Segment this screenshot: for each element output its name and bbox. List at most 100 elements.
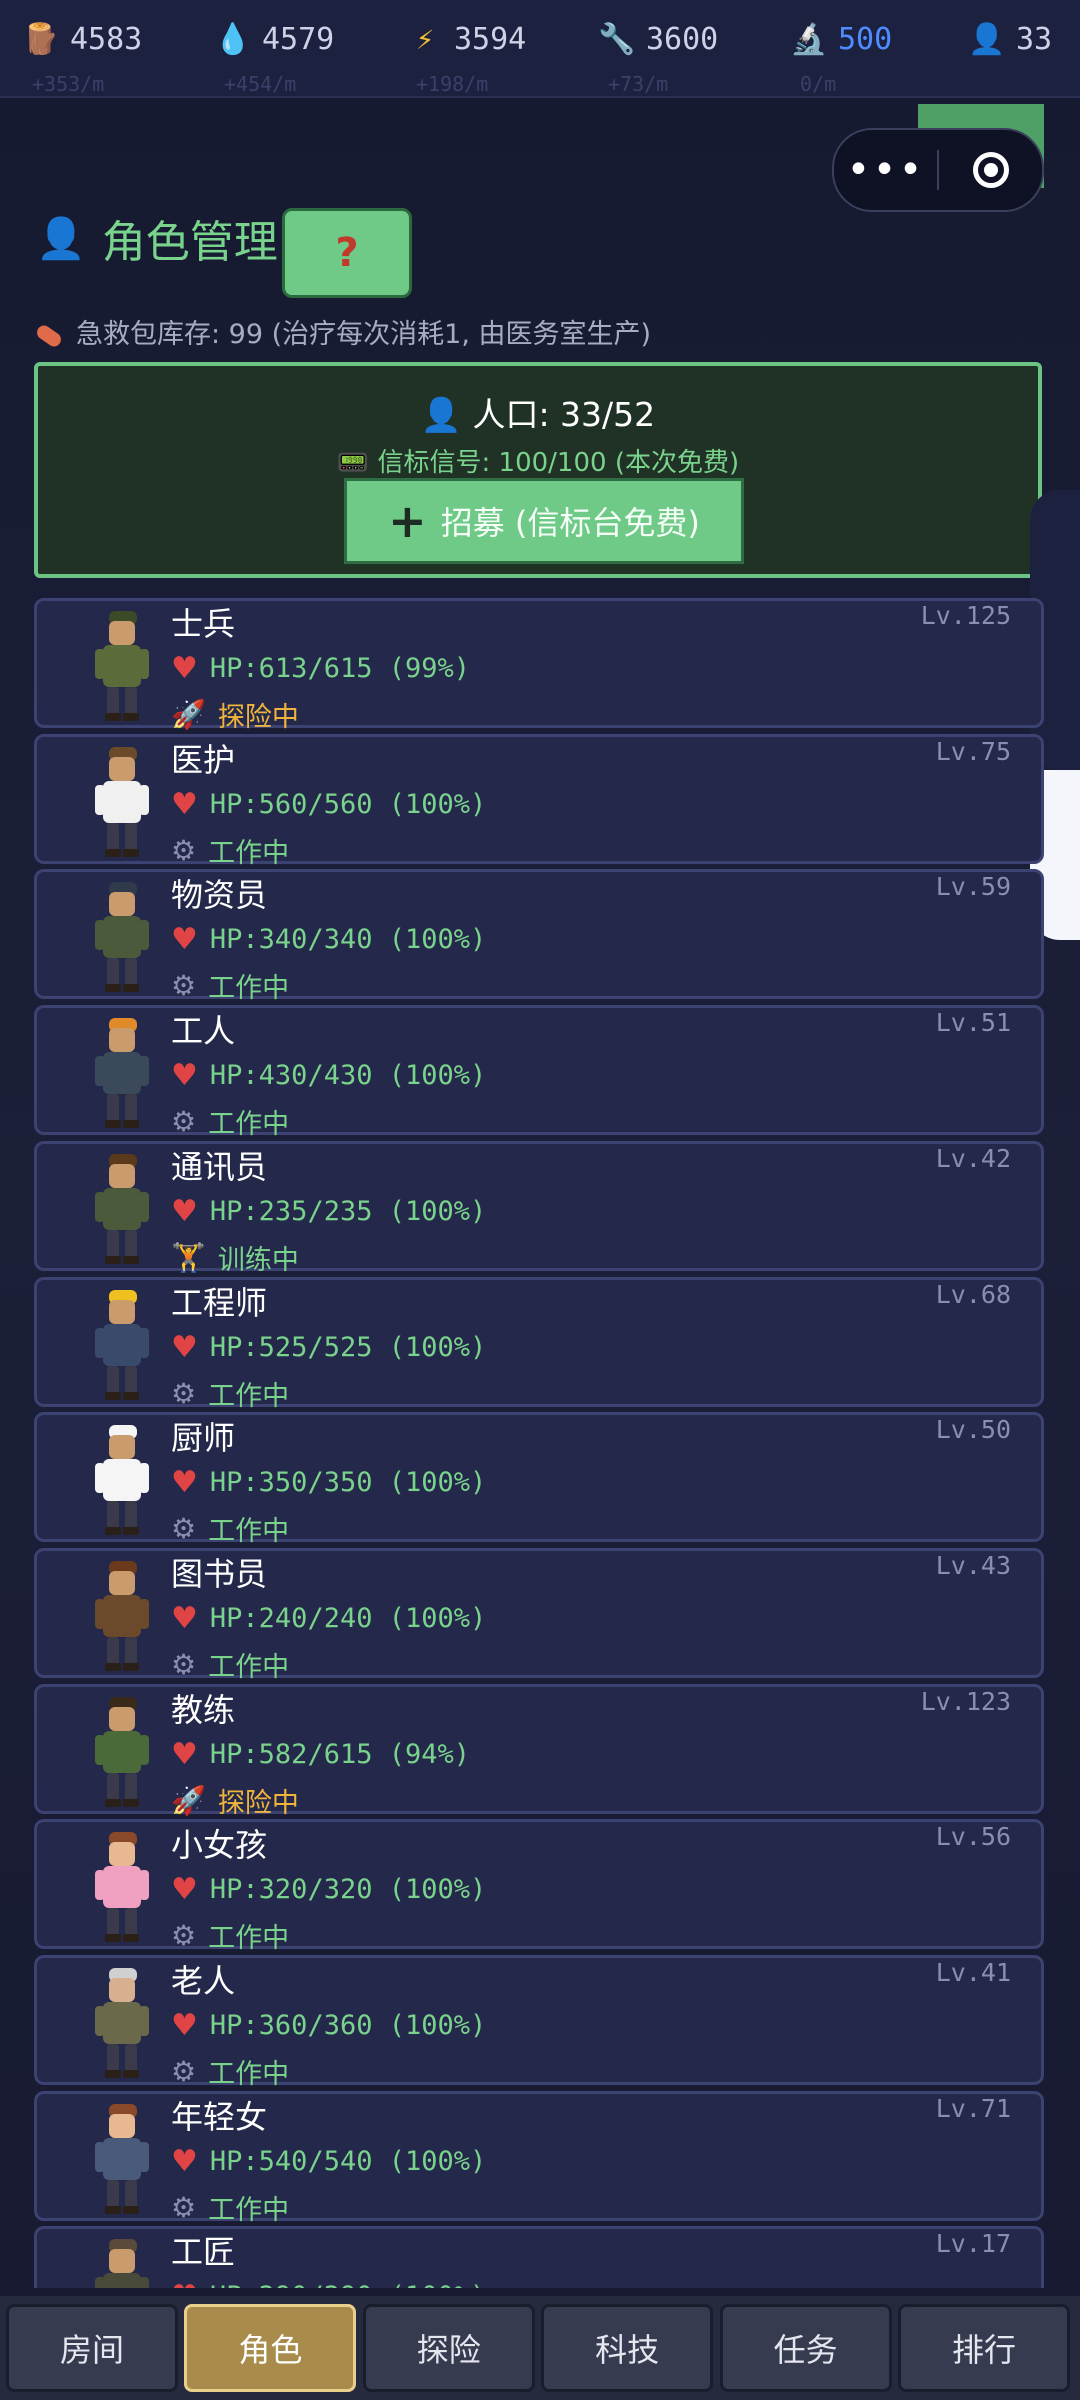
nav-tab[interactable]: 探险 — [362, 2304, 535, 2392]
rocket-icon: 🚀 — [171, 1783, 206, 1817]
character-level: Lv.43 — [935, 1550, 1011, 1580]
person-icon: 👤 — [968, 22, 1006, 57]
heart-icon: ♥ — [171, 2008, 198, 2043]
nav-tab[interactable]: 排行 — [898, 2304, 1070, 2392]
character-name: 年轻女 — [171, 2097, 268, 2136]
character-hp: ♥ HP:235/235 (100%) — [171, 1194, 486, 1229]
heart-icon: ♥ — [171, 2143, 198, 2179]
character-level: Lv.41 — [935, 1958, 1011, 1987]
gear-icon: ⚙ — [171, 1105, 197, 1139]
hp-text: HP:430/430 (100%) — [209, 1060, 487, 1092]
resource-parts: 🔧 3600 +73/m — [598, 22, 719, 96]
microscope-icon: 🔬 — [790, 22, 828, 57]
character-card[interactable]: 小女孩 Lv.56 ♥ HP:320/320 (100%) ⚙ 工作中 — [34, 1819, 1044, 1954]
character-card[interactable]: 厨师 Lv.50 ♥ HP:350/350 (100%) ⚙ 工作中 — [34, 1412, 1044, 1547]
nav-tab[interactable]: 任务 — [719, 2304, 892, 2392]
character-status: ⚙ 工作中 — [171, 1645, 289, 1684]
game-screen: 🪵 4583 +353/m 💧 4579 +454/m ⚡ 3594 +198/… — [0, 0, 1080, 2400]
status-text: 训练中 — [217, 1244, 299, 1276]
character-avatar — [95, 2103, 149, 2214]
help-button[interactable]: ? — [282, 208, 412, 298]
resource-research: 🔬 500 0/m — [790, 22, 893, 96]
character-avatar — [95, 1153, 149, 1264]
status-text: 工作中 — [208, 1923, 290, 1955]
character-card[interactable]: 教练 Lv.123 ♥ HP:582/615 (94%) 🚀 探险中 — [34, 1683, 1044, 1819]
heart-icon: ♥ — [171, 922, 198, 958]
character-status: ⚙ 工作中 — [171, 831, 289, 870]
character-card[interactable]: 老人 Lv.41 ♥ HP:360/360 (100%) ⚙ 工作中 — [34, 1955, 1044, 2090]
character-status: 🚀 探险中 — [171, 1781, 299, 1820]
heart-icon: ♥ — [171, 1872, 198, 1908]
character-hp: ♥ HP:320/320 (100%) — [171, 1872, 486, 1907]
status-text: 工作中 — [208, 1380, 290, 1412]
character-name: 通讯员 — [171, 1147, 268, 1186]
character-name: 工人 — [171, 1012, 236, 1051]
gear-icon: ⚙ — [171, 2190, 197, 2224]
character-name: 老人 — [171, 1962, 236, 2000]
character-hp: ♥ HP:340/340 (100%) — [171, 922, 486, 957]
population-panel: 👤 人口: 33/52 📟 信标信号: 100/100 (本次免费) + 招募 … — [34, 362, 1042, 578]
hp-text: HP:360/360 (100%) — [209, 2010, 487, 2041]
character-hp: ♥ HP:582/615 (94%) — [171, 1737, 470, 1772]
character-card[interactable]: 医护 Lv.75 ♥ HP:560/560 (100%) ⚙ 工作中 — [34, 733, 1044, 869]
character-name: 工程师 — [171, 1283, 268, 1322]
character-card[interactable]: 图书员 Lv.43 ♥ HP:240/240 (100%) ⚙ 工作中 — [34, 1547, 1044, 1683]
gear-icon: ⚙ — [171, 1512, 197, 1546]
population-count: 👤 人口: 33/52 — [420, 395, 656, 434]
character-card[interactable]: 通讯员 Lv.42 ♥ HP:235/235 (100%) 🏋 训练中 — [34, 1140, 1044, 1276]
character-card[interactable]: 物资员 Lv.59 ♥ HP:340/340 (100%) ⚙ 工作中 — [34, 869, 1044, 1004]
gear-icon: ⚙ — [171, 969, 197, 1003]
character-hp: ♥ HP:613/615 (99%) — [171, 651, 470, 686]
character-hp: ♥ HP:525/525 (100%) — [171, 1330, 486, 1365]
more-menu-icon[interactable]: ••• — [834, 147, 937, 193]
character-level: Lv.51 — [935, 1008, 1011, 1038]
character-status: ⚙ 工作中 — [171, 1102, 289, 1141]
hp-text: HP:290/290 (100%) — [210, 2281, 486, 2288]
character-name: 工匠 — [171, 2233, 236, 2272]
character-card[interactable]: 士兵 Lv.125 ♥ HP:613/615 (99%) 🚀 探险中 — [34, 598, 1044, 733]
recruit-button[interactable]: + 招募 (信标台免费) — [344, 478, 744, 564]
character-level: Lv.75 — [935, 736, 1011, 766]
resource-bar: 🪵 4583 +353/m 💧 4579 +454/m ⚡ 3594 +198/… — [0, 0, 1080, 98]
gear-icon: ⚙ — [171, 1376, 197, 1410]
hp-text: HP:540/540 (100%) — [209, 2145, 487, 2177]
character-card[interactable]: 工匠Lv.17♥HP:290/290 (100%)⚙ — [34, 2226, 1044, 2288]
heart-icon: ♥ — [171, 1058, 198, 1094]
character-status: ⚙ 工作中 — [171, 2188, 289, 2227]
hp-text: HP:235/235 (100%) — [209, 1195, 487, 1227]
character-level: Lv.17 — [935, 2229, 1011, 2259]
character-name: 图书员 — [171, 1554, 268, 1593]
character-status: ⚙ 工作中 — [171, 966, 289, 1005]
character-status: 🚀 探险中 — [171, 695, 299, 734]
character-avatar — [95, 746, 149, 857]
gear-icon: ⚙ — [171, 833, 197, 867]
character-hp: ♥ HP:560/560 (100%) — [171, 787, 486, 822]
mini-program-capsule: ••• — [832, 128, 1044, 212]
person-icon: 👤 — [420, 395, 462, 434]
character-level: Lv.50 — [935, 1415, 1011, 1445]
character-card[interactable]: 工人 Lv.51 ♥ HP:430/430 (100%) ⚙ 工作中 — [34, 1005, 1044, 1140]
character-level: Lv.68 — [935, 1279, 1011, 1309]
character-list[interactable]: 士兵 Lv.125 ♥ HP:613/615 (99%) 🚀 探险中 医护 Lv.75 ♥ HP:… — [34, 598, 1046, 2288]
nav-tab[interactable]: 房间 — [6, 2304, 178, 2392]
resource-population: 👤 33 — [968, 22, 1053, 57]
medkit-stock: 急救包库存: 99 (治疗每次消耗1, 由医务室生产) — [34, 312, 651, 351]
exit-target-icon[interactable] — [939, 152, 1042, 188]
heart-icon: ♥ — [171, 2279, 198, 2288]
status-text: 工作中 — [208, 1109, 290, 1141]
character-status: ⚙ 工作中 — [171, 2052, 289, 2091]
character-avatar — [95, 1289, 149, 1400]
character-card[interactable]: 工程师 Lv.68 ♥ HP:525/525 (100%) ⚙ 工作中 — [34, 1276, 1044, 1412]
resource-energy: ⚡ 3594 +198/m — [406, 22, 526, 96]
nav-tab[interactable]: 科技 — [541, 2304, 714, 2392]
character-hp: ♥ HP:430/430 (100%) — [171, 1058, 486, 1093]
wrench-icon: 🔧 — [598, 22, 636, 57]
pill-icon — [34, 322, 64, 350]
nav-tab[interactable]: 角色 — [184, 2304, 357, 2392]
character-hp: ♥ HP:540/540 (100%) — [171, 2144, 486, 2179]
beacon-signal: 📟 信标信号: 100/100 (本次免费) — [336, 448, 740, 478]
hp-text: HP:613/615 (99%) — [209, 653, 470, 684]
plus-icon: + — [388, 494, 427, 548]
character-avatar — [95, 2239, 149, 2288]
character-card[interactable]: 年轻女 Lv.71 ♥ HP:540/540 (100%) ⚙ 工作中 — [34, 2090, 1044, 2226]
